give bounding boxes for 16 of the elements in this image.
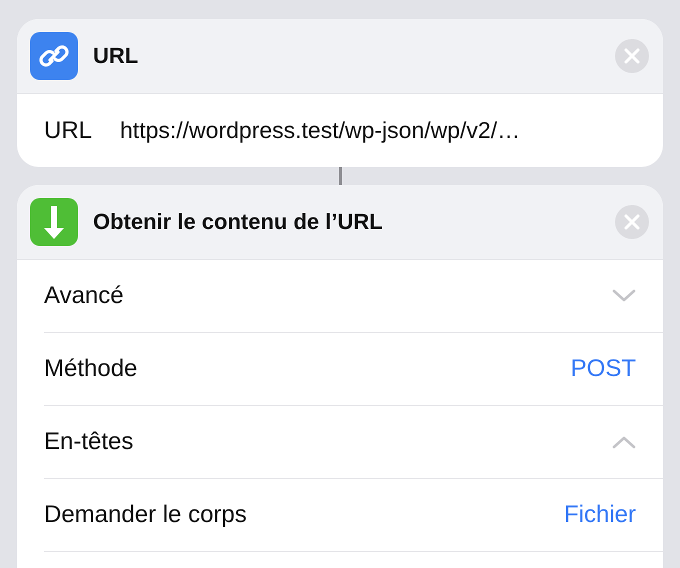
arrow-down-icon	[30, 198, 78, 246]
field-label: URL	[44, 116, 92, 144]
chevron-down-icon[interactable]	[612, 289, 636, 303]
field-label: En-têtes	[44, 428, 134, 456]
link-icon	[30, 32, 78, 80]
close-icon[interactable]	[615, 39, 649, 73]
action-title: Obtenir le contenu de l’URL	[93, 209, 384, 235]
value-link[interactable]: POST	[570, 355, 636, 383]
field-label: Demander le corps	[44, 501, 248, 529]
close-icon[interactable]	[615, 205, 649, 239]
action-title: URL	[93, 43, 140, 69]
field-label: Méthode	[44, 355, 138, 383]
value-link[interactable]: Fichier	[564, 501, 636, 529]
url-field[interactable]: https://wordpress.test/wp-json/wp/v2/…	[120, 117, 520, 144]
field-label: Avancé	[44, 282, 125, 310]
chevron-up-icon[interactable]	[612, 435, 636, 449]
